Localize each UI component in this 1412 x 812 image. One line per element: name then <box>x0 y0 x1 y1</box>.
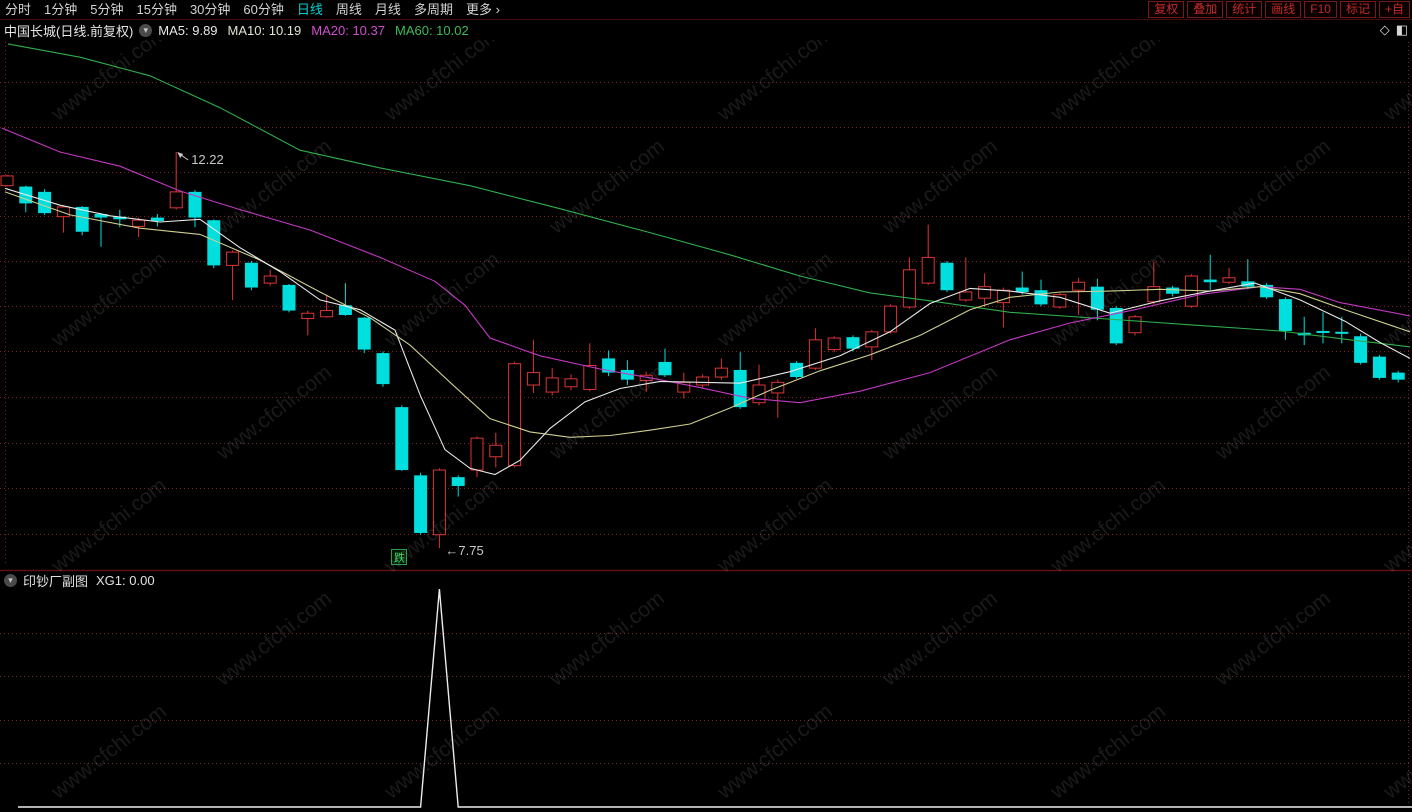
chevron-down-icon[interactable]: ▾ <box>4 573 17 587</box>
tab-1min[interactable]: 1分钟 <box>44 1 77 19</box>
btn-stats[interactable]: 统计 <box>1226 1 1263 18</box>
candles <box>0 152 1405 548</box>
stock-title: 中国长城(日线.前复权) <box>4 23 134 39</box>
tab-daily[interactable]: 日线 <box>297 1 323 19</box>
tab-weekly[interactable]: 周线 <box>336 1 362 19</box>
tab-5min[interactable]: 5分钟 <box>90 1 123 19</box>
btn-draw[interactable]: 画线 <box>1265 1 1302 18</box>
ma-legend-item: MA5: 9.89 <box>158 22 218 38</box>
tab-multi-period[interactable]: 多周期 <box>414 1 453 19</box>
period-toolbar: 分时 1分钟 5分钟 15分钟 30分钟 60分钟 日线 周线 月线 多周期 更多 › 复权 叠加 统计… <box>0 0 1412 20</box>
tab-60min[interactable]: 60分钟 <box>243 1 283 19</box>
subchart-header: ▾ 印钞厂副图 XG1: 0.00 <box>0 571 155 589</box>
ma-legend-item: MA20: 10.37 <box>311 22 385 38</box>
subchart-title: 印钞厂副图 <box>23 573 89 589</box>
candlestick-chart[interactable]: 12.22 ←7.75 跌 <box>0 0 1412 812</box>
btn-overlay[interactable]: 叠加 <box>1187 1 1224 18</box>
tab-monthly[interactable]: 月线 <box>375 1 401 19</box>
split-panel-icon[interactable]: ◧ <box>1396 22 1408 38</box>
low-price-label: ←7.75 <box>445 543 483 558</box>
tab-15min[interactable]: 15分钟 <box>136 1 176 19</box>
tab-more[interactable]: 更多 › <box>466 1 500 19</box>
ma-line-ma60 <box>7 43 1411 348</box>
toolbar-right-buttons: 复权 叠加 统计 画线 F10 标记 +自 <box>1145 1 1412 18</box>
btn-f10[interactable]: F10 <box>1304 1 1337 18</box>
ma-legend-item: MA10: 10.19 <box>227 22 302 38</box>
tab-time-share[interactable]: 分时 <box>5 1 31 19</box>
ma-legend-item: MA60: 10.02 <box>394 22 469 38</box>
ma-legend: MA5: 9.89 MA10: 10.19 MA20: 10.37 MA60: 10.… <box>158 23 478 38</box>
high-price-label: 12.22 <box>191 152 224 167</box>
fall-badge-label: 跌 <box>394 551 405 565</box>
xg1-indicator-line <box>18 588 1412 808</box>
chevron-down-icon[interactable]: ▾ <box>139 23 153 37</box>
period-tabs: 分时 1分钟 5分钟 15分钟 30分钟 60分钟 日线 周线 月线 多周期 更多 › <box>0 1 1145 19</box>
titlebar-icons: ◇ ◧ <box>1374 22 1412 38</box>
btn-mark[interactable]: 标记 <box>1339 1 1376 18</box>
subchart-indicator-value: XG1: 0.00 <box>96 572 155 588</box>
btn-adjust[interactable]: 复权 <box>1148 1 1185 18</box>
app-window: 分时 1分钟 5分钟 15分钟 30分钟 60分钟 日线 周线 月线 多周期 更多 › 复权 叠加 统计… <box>0 0 1412 812</box>
diamond-icon[interactable]: ◇ <box>1380 22 1390 38</box>
ma-line-ma20 <box>1 127 1411 404</box>
chart-svg: 12.22 ←7.75 跌 <box>0 42 1412 808</box>
btn-add-custom[interactable]: +自 <box>1378 1 1410 18</box>
tab-30min[interactable]: 30分钟 <box>190 1 230 19</box>
chart-title-bar: 中国长城(日线.前复权) ▾ MA5: 9.89 MA10: 10.19 MA20:… <box>0 20 1412 40</box>
